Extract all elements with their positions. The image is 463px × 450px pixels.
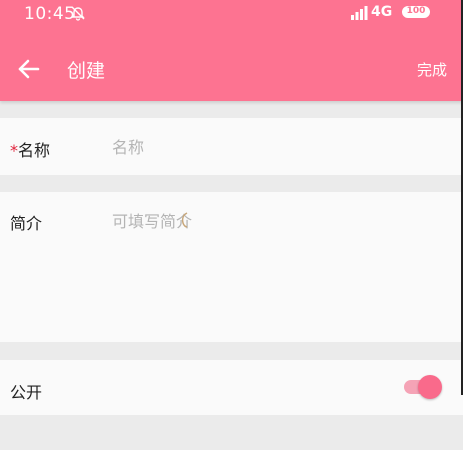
bell-off-icon (71, 6, 85, 21)
network-type: 4G (371, 4, 393, 20)
signal-icon (351, 6, 368, 20)
battery-icon: 100 (402, 6, 430, 18)
page-title: 创建 (67, 60, 106, 82)
status-bar: 10:45 4G 100 (0, 0, 463, 28)
text-cursor-icon (181, 212, 188, 228)
public-toggle[interactable] (404, 375, 442, 399)
intro-input[interactable] (112, 208, 442, 328)
intro-label: 简介 (10, 214, 43, 233)
status-time: 10:45 (24, 4, 76, 24)
public-label: 公开 (10, 383, 43, 402)
arrow-left-icon[interactable] (14, 54, 44, 84)
intro-field-row: 简介 (0, 192, 463, 342)
name-label: *名称 (10, 137, 50, 161)
name-label-text: 名称 (18, 141, 51, 160)
name-field-row: *名称 (0, 118, 463, 175)
name-input[interactable] (112, 135, 442, 159)
toggle-thumb (418, 375, 442, 399)
done-button[interactable]: 完成 (417, 59, 447, 80)
app-header: 10:45 4G 100 创建 完成 (0, 0, 463, 101)
required-mark: * (10, 141, 18, 160)
toolbar: 创建 完成 (0, 40, 463, 98)
public-setting-row: 公开 (0, 360, 463, 415)
